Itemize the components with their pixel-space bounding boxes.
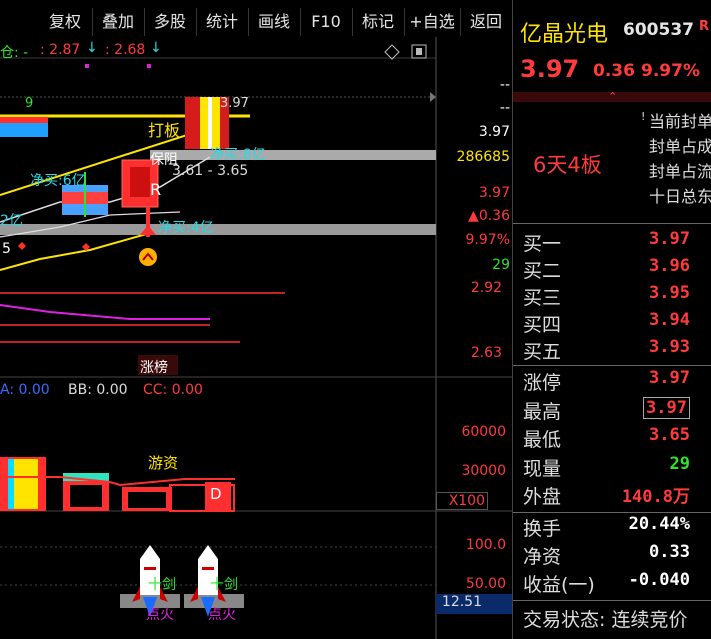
indicator-aa: A: 0.00	[0, 382, 50, 398]
fin-turnover: 换手 20.44%	[523, 514, 690, 540]
chevron-up-icon[interactable]: ⌃	[608, 90, 617, 103]
label-R: R	[150, 180, 162, 199]
volume-axis-30000: 30000	[461, 463, 506, 479]
down-arrow-icon: ↓	[86, 40, 98, 56]
note-line-1: 封单占成	[649, 137, 711, 156]
price-axis-2: 3.97	[478, 124, 510, 140]
divider	[513, 512, 711, 513]
mark-button[interactable]: 标记	[352, 8, 403, 36]
margin-badge: R	[699, 19, 710, 34]
down-arrow-icon: ↓	[150, 40, 162, 56]
label-D: D	[210, 485, 222, 503]
price-axis-0: --	[499, 77, 510, 93]
diamond-icon	[384, 44, 400, 60]
label-dajia: 打板	[148, 121, 181, 140]
label-zhangbang: 涨榜	[140, 360, 168, 376]
price-axis-change: ▲0.36	[468, 208, 510, 224]
fuquan-button[interactable]: 复权	[40, 8, 90, 36]
volume-unit: X100	[436, 492, 488, 510]
rocket-label-1: 十剑	[148, 577, 176, 593]
back-button[interactable]: 返回	[460, 8, 511, 36]
overlay-button[interactable]: 叠加	[92, 8, 143, 36]
price-axis-263: 2.63	[470, 345, 502, 361]
price-pct: 9.97%	[641, 61, 700, 81]
collapse-bar[interactable]: ⌃	[513, 90, 711, 103]
price-change: 0.36	[593, 61, 635, 81]
label-youzi: 游资	[148, 454, 179, 472]
position-label: 仓: -	[0, 45, 29, 61]
price-axis-current: 29	[492, 257, 510, 273]
indicator-cc: CC: 0.00	[143, 382, 203, 398]
price-axis-pct: 9.97%	[465, 232, 510, 248]
quote-panel: 亿晶光电 600537 R 3.97 0.36 9.97% ⌃ 6天4板 当前封…	[512, 0, 711, 639]
price-axis-292: 2.92	[470, 280, 502, 296]
kline-chart-svg	[0, 37, 512, 639]
header-value-1: : 2.87	[40, 42, 81, 58]
board-count-label: 6天4板	[533, 153, 602, 177]
bottom-axis-100: 100.0	[465, 537, 506, 553]
label-jingmai-8: 净买:8亿	[210, 147, 266, 163]
header-value-2: : 2.68	[105, 42, 146, 58]
bid-row-2[interactable]: 买二 3.96	[523, 256, 711, 283]
bottom-axis-current: 12.51	[441, 594, 482, 610]
kline-chart-area[interactable]: 仓: - : 2.87 ↓ : 2.68 ↓ 9 3.97 打板 保阻 3.61…	[0, 37, 512, 639]
rocket-label-2: 十剑	[210, 577, 238, 593]
volume-axis-60000: 60000	[461, 424, 506, 440]
divider	[513, 365, 711, 366]
stat-limit-up: 涨停 3.97	[523, 368, 690, 394]
warning-icon: !	[641, 110, 646, 123]
price-axis-1: --	[499, 100, 510, 116]
label-jingmai-4: 净买:4亿	[158, 220, 214, 236]
rocket-label-3: 点火	[146, 607, 174, 623]
multi-stock-button[interactable]: 多股	[144, 8, 195, 36]
rocket-label-4: 点火	[208, 607, 236, 623]
stock-code: 600537	[623, 20, 694, 40]
label-jingmai-6: 净买:6亿	[30, 173, 86, 189]
label-price-397: 3.97	[220, 96, 249, 111]
last-price: 3.97	[520, 55, 580, 83]
stat-outer-disk: 外盘 140.8万	[523, 486, 690, 508]
stat-high: 最高 3.97	[523, 397, 711, 424]
label-5: 5	[2, 241, 11, 257]
label-9: 9	[25, 96, 34, 111]
label-range: 3.61 - 3.65	[172, 163, 249, 179]
draw-line-button[interactable]: 画线	[248, 8, 299, 36]
stock-name: 亿晶光电	[520, 22, 609, 47]
bid-row-5[interactable]: 买五 3.93	[523, 337, 711, 364]
price-axis-volume: 286685	[456, 149, 510, 165]
bid-row-4[interactable]: 买四 3.94	[523, 310, 711, 337]
label-2yi: 2亿	[0, 213, 23, 229]
divider	[513, 600, 711, 601]
trade-status: 交易状态: 连续竞价	[523, 609, 688, 631]
stat-current-vol: 现量 29	[523, 454, 690, 480]
indicator-bb: BB: 0.00	[68, 382, 128, 398]
fin-eps: 收益(一) -0.040	[523, 570, 690, 596]
bid-row-3[interactable]: 买三 3.95	[523, 283, 711, 310]
stats-button[interactable]: 统计	[196, 8, 247, 36]
note-line-2: 封单占流	[649, 162, 711, 181]
add-watchlist-button[interactable]: +自选	[404, 8, 459, 36]
note-line-0: 当前封单	[649, 112, 711, 131]
bid-row-1[interactable]: 买一 3.97	[523, 229, 711, 256]
price-axis-close: 3.97	[478, 185, 510, 201]
f10-button[interactable]: F10	[300, 8, 351, 36]
note-line-3: 十日总东	[649, 187, 711, 206]
fin-net-assets: 净资 0.33	[523, 542, 690, 568]
stat-low: 最低 3.65	[523, 425, 690, 451]
bottom-axis-50: 50.00	[465, 576, 506, 592]
divider	[513, 223, 711, 224]
